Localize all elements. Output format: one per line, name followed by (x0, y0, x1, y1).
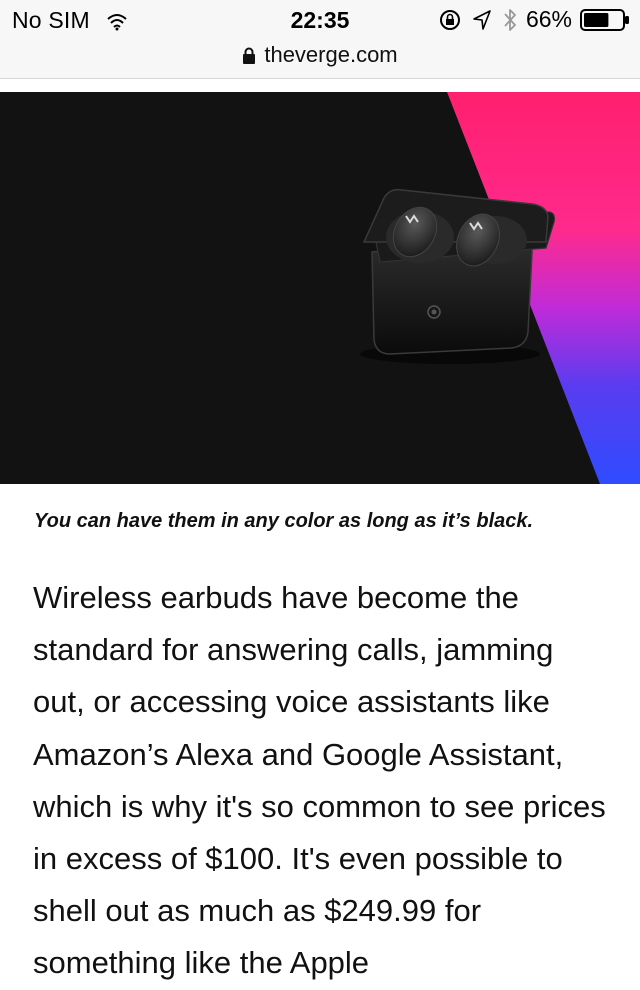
image-caption: You can have them in any color as long a… (34, 510, 534, 532)
earbuds-case-image (0, 92, 640, 484)
bluetooth-icon (504, 8, 516, 31)
orientation-lock-icon (439, 9, 460, 30)
battery-icon (580, 8, 629, 31)
article-paragraph: Wireless earbuds have become the standar… (33, 580, 606, 981)
url-text[interactable]: theverge.com (264, 42, 397, 68)
article-hero-image (0, 92, 640, 484)
location-icon (473, 9, 491, 30)
status-bar: No SIM 22:35 66% (0, 0, 640, 40)
status-right: 66% (438, 6, 630, 33)
url-display[interactable]: theverge.com (242, 42, 398, 68)
lock-icon (243, 47, 256, 64)
battery-percent: 66% (525, 6, 572, 32)
browser-url-bar[interactable]: theverge.com (0, 40, 640, 79)
